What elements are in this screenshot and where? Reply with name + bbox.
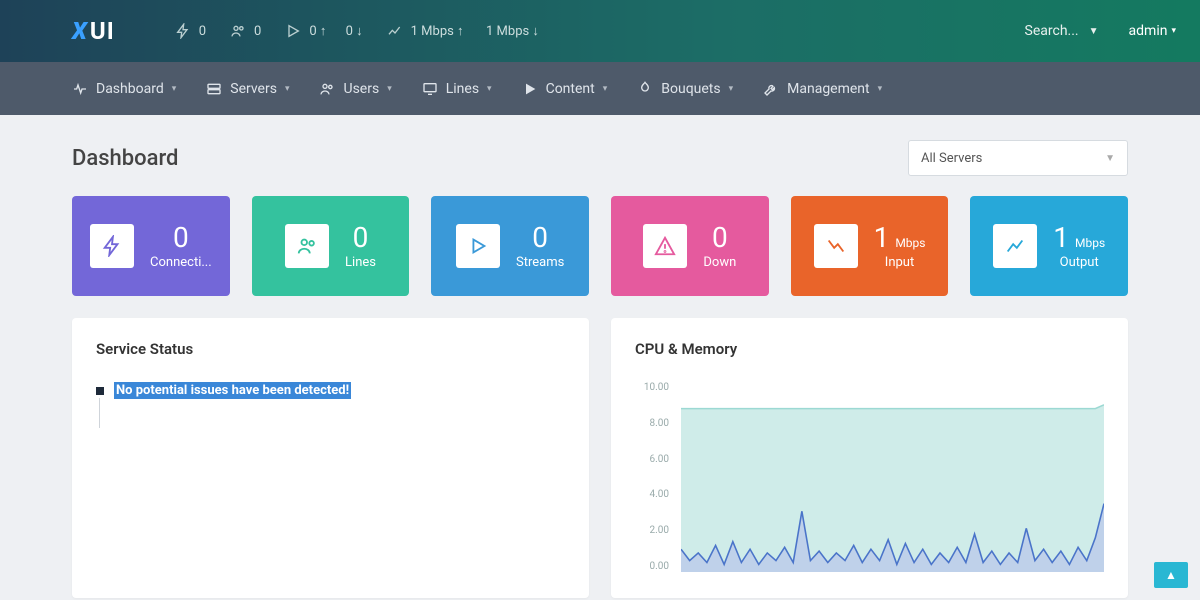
nav-bouquets-label: Bouquets — [661, 81, 720, 97]
card-streams-label: Streams — [516, 255, 564, 271]
stat-streams-up: 0 ↑ — [309, 23, 326, 39]
panel-cpu-title: CPU & Memory — [635, 340, 1104, 358]
trend-icon — [387, 23, 403, 39]
stat-users: 0 — [230, 23, 261, 39]
nav-lines-label: Lines — [446, 81, 479, 97]
nav-content-label: Content — [546, 81, 595, 97]
chevron-down-icon: ▾ — [1171, 26, 1176, 36]
card-streams-value: 0 — [532, 221, 548, 255]
stat-connections: 0 — [175, 23, 206, 39]
stat-connections-value: 0 — [199, 24, 206, 39]
user-menu[interactable]: admin ▾ — [1129, 23, 1176, 39]
card-output-unit: Mbps — [1075, 236, 1105, 250]
nav-users-label: Users — [343, 81, 379, 97]
chevron-down-icon: ▾ — [487, 84, 492, 94]
logo-text: UI — [90, 17, 115, 45]
card-streams[interactable]: 0Streams — [431, 196, 589, 296]
status-divider — [99, 398, 100, 428]
trend-down-icon — [814, 224, 858, 268]
logo[interactable]: XUI — [72, 17, 115, 45]
stat-output: 1 Mbps ↓ — [486, 23, 539, 39]
card-lines[interactable]: 0Lines — [252, 196, 410, 296]
wrench-icon — [763, 81, 779, 97]
card-lines-value: 0 — [353, 221, 369, 255]
nav-dashboard-label: Dashboard — [96, 81, 164, 97]
server-select[interactable]: All Servers ▼ — [908, 140, 1128, 176]
panel-service-status: Service Status No potential issues have … — [72, 318, 589, 598]
panel-service-title: Service Status — [96, 340, 565, 358]
chevron-down-icon: ▾ — [172, 84, 177, 94]
card-output[interactable]: 1 Mbps Output — [970, 196, 1128, 296]
service-status-message: No potential issues have been detected! — [114, 382, 351, 399]
nav-management[interactable]: Management ▾ — [763, 81, 882, 97]
card-down-value: 0 — [712, 221, 728, 255]
chevron-down-icon: ▾ — [878, 84, 883, 94]
card-input-value: 1 — [874, 221, 890, 255]
card-output-label: Output — [1060, 255, 1099, 271]
card-connections-label: Connecti... — [150, 255, 212, 271]
nav-servers-label: Servers — [230, 81, 277, 97]
search-label: Search... — [1025, 23, 1079, 39]
play-icon — [522, 81, 538, 97]
stat-input: 1 Mbps ↑ — [411, 23, 464, 39]
card-connections-value: 0 — [173, 221, 189, 255]
chevron-down-icon: ▼ — [1089, 26, 1099, 37]
nav-content[interactable]: Content ▾ — [522, 81, 608, 97]
play-icon — [285, 23, 301, 39]
users-icon — [319, 81, 335, 97]
top-stats: 0 0 0 ↑ 0 ↓ 1 Mbps ↑ 1 Mbps ↓ — [175, 23, 539, 39]
nav-management-label: Management — [787, 81, 869, 97]
user-name: admin — [1129, 23, 1168, 39]
server-select-value: All Servers — [921, 151, 982, 166]
chevron-down-icon: ▾ — [603, 84, 608, 94]
bouquet-icon — [637, 81, 653, 97]
server-icon — [206, 81, 222, 97]
stat-streams: 0 ↑ 0 ↓ — [285, 23, 362, 39]
card-output-value: 1 — [1053, 221, 1069, 255]
nav-dashboard[interactable]: Dashboard ▾ — [72, 81, 176, 97]
cpu-memory-chart: 10.008.006.004.002.000.00 — [635, 382, 1104, 572]
nav-lines[interactable]: Lines ▾ — [422, 81, 492, 97]
users-icon — [285, 224, 329, 268]
card-connections[interactable]: 0Connecti... — [72, 196, 230, 296]
pulse-icon — [72, 81, 88, 97]
chevron-down-icon: ▾ — [285, 84, 290, 94]
stat-users-value: 0 — [254, 24, 261, 39]
nav-bouquets[interactable]: Bouquets ▾ — [637, 81, 733, 97]
chevron-down-icon: ▾ — [729, 84, 734, 94]
nav-users[interactable]: Users ▾ — [319, 81, 391, 97]
stat-bandwidth: 1 Mbps ↑ 1 Mbps ↓ — [387, 23, 539, 39]
card-input[interactable]: 1 Mbps Input — [791, 196, 949, 296]
alert-icon — [643, 224, 687, 268]
nav-servers[interactable]: Servers ▾ — [206, 81, 289, 97]
main-nav: Dashboard ▾ Servers ▾ Users ▾ Lines ▾ Co… — [0, 62, 1200, 115]
chart-y-axis: 10.008.006.004.002.000.00 — [635, 382, 675, 572]
card-down-label: Down — [703, 255, 736, 271]
panel-cpu-memory: CPU & Memory 10.008.006.004.002.000.00 — [611, 318, 1128, 598]
users-icon — [230, 23, 246, 39]
bolt-icon — [90, 224, 134, 268]
card-lines-label: Lines — [345, 255, 376, 271]
card-input-label: Input — [885, 255, 914, 271]
search-dropdown[interactable]: Search... ▼ — [1025, 23, 1099, 39]
bolt-icon — [175, 23, 191, 39]
play-icon — [456, 224, 500, 268]
scroll-top-button[interactable]: ▲ — [1154, 562, 1188, 588]
card-down[interactable]: 0Down — [611, 196, 769, 296]
trend-up-icon — [993, 224, 1037, 268]
page-title: Dashboard — [72, 146, 178, 171]
card-input-unit: Mbps — [895, 236, 925, 250]
status-bullet-icon — [96, 387, 104, 395]
chevron-down-icon: ▼ — [1105, 153, 1115, 164]
stat-streams-down: 0 ↓ — [346, 23, 363, 39]
monitor-icon — [422, 81, 438, 97]
chevron-down-icon: ▾ — [387, 84, 392, 94]
logo-x: X — [72, 17, 88, 45]
